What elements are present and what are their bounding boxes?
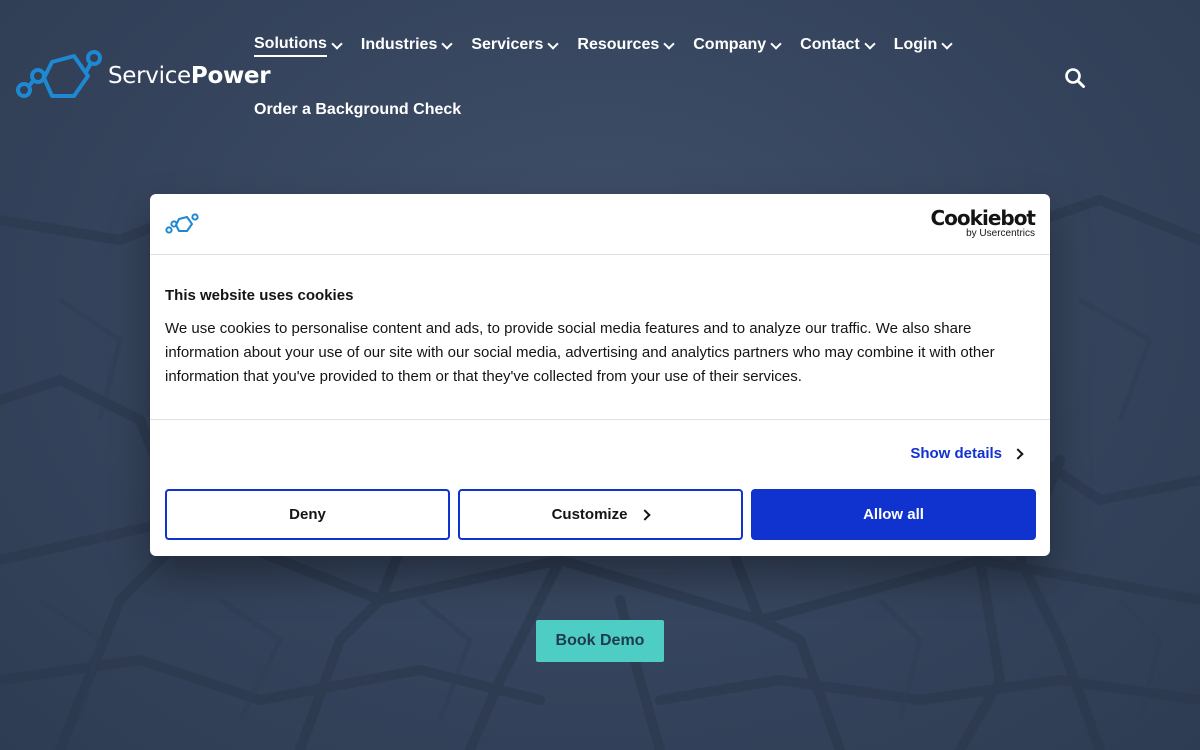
main-nav: Solutions Industries Servicers Resources…	[254, 34, 971, 58]
book-demo-button[interactable]: Book Demo	[536, 620, 664, 662]
dialog-header: Cookiebot by Usercentrics	[150, 194, 1050, 255]
details-row: Show details	[150, 420, 1050, 488]
nav-label: Company	[693, 36, 767, 53]
deny-button[interactable]: Deny	[165, 489, 450, 540]
nav-label: Login	[893, 36, 938, 53]
nav-company[interactable]: Company	[693, 34, 782, 58]
search-button[interactable]	[1064, 67, 1086, 89]
allow-all-label: Allow all	[863, 506, 924, 523]
dialog-body: This website uses cookies We use cookies…	[150, 255, 1050, 420]
search-icon	[1065, 68, 1085, 88]
dialog-buttons: Deny Customize Allow all	[165, 489, 1036, 540]
chevron-right-icon	[639, 508, 652, 521]
chevron-down-icon	[864, 37, 876, 50]
site-logo-icon	[165, 213, 199, 234]
dialog-title: This website uses cookies	[165, 287, 354, 304]
servicepower-logo[interactable]: ServicePower	[16, 46, 271, 106]
chevron-down-icon	[941, 37, 953, 50]
nav-resources[interactable]: Resources	[577, 34, 675, 58]
chevron-down-icon	[663, 37, 675, 50]
show-details-label: Show details	[910, 445, 1002, 462]
brand-name: ServicePower	[108, 63, 271, 89]
customize-label: Customize	[551, 506, 628, 523]
chevron-down-icon	[441, 37, 454, 50]
cookie-consent-dialog: Cookiebot by Usercentrics This website u…	[150, 194, 1050, 556]
nav-contact[interactable]: Contact	[800, 34, 876, 58]
nav-label: Resources	[577, 36, 660, 53]
nav-industries[interactable]: Industries	[360, 34, 454, 58]
nav-label: Contact	[800, 36, 860, 53]
chevron-down-icon	[770, 37, 782, 50]
dialog-description: We use cookies to personalise content an…	[165, 320, 995, 385]
nav-label: Solutions	[254, 35, 327, 57]
cookiebot-wordmark: Cookiebot	[930, 206, 1036, 230]
chevron-right-icon	[1012, 447, 1024, 460]
nav-label: Servicers	[471, 36, 544, 53]
chevron-down-icon	[547, 37, 560, 50]
nav-order-background-check[interactable]: Order a Background Check	[254, 101, 461, 119]
allow-all-button[interactable]: Allow all	[751, 489, 1036, 540]
nav-label: Industries	[360, 36, 438, 53]
deny-label: Deny	[289, 506, 326, 523]
show-details-link[interactable]: Show details	[910, 445, 1024, 462]
nav-solutions[interactable]: Solutions	[254, 34, 343, 58]
nav-login[interactable]: Login	[893, 34, 953, 58]
hexagon-network-icon	[16, 50, 102, 98]
cookiebot-logo[interactable]: Cookiebot by Usercentrics	[931, 208, 1036, 240]
chevron-down-icon	[331, 37, 343, 50]
nav-servicers[interactable]: Servicers	[471, 34, 560, 58]
customize-button[interactable]: Customize	[458, 489, 743, 540]
